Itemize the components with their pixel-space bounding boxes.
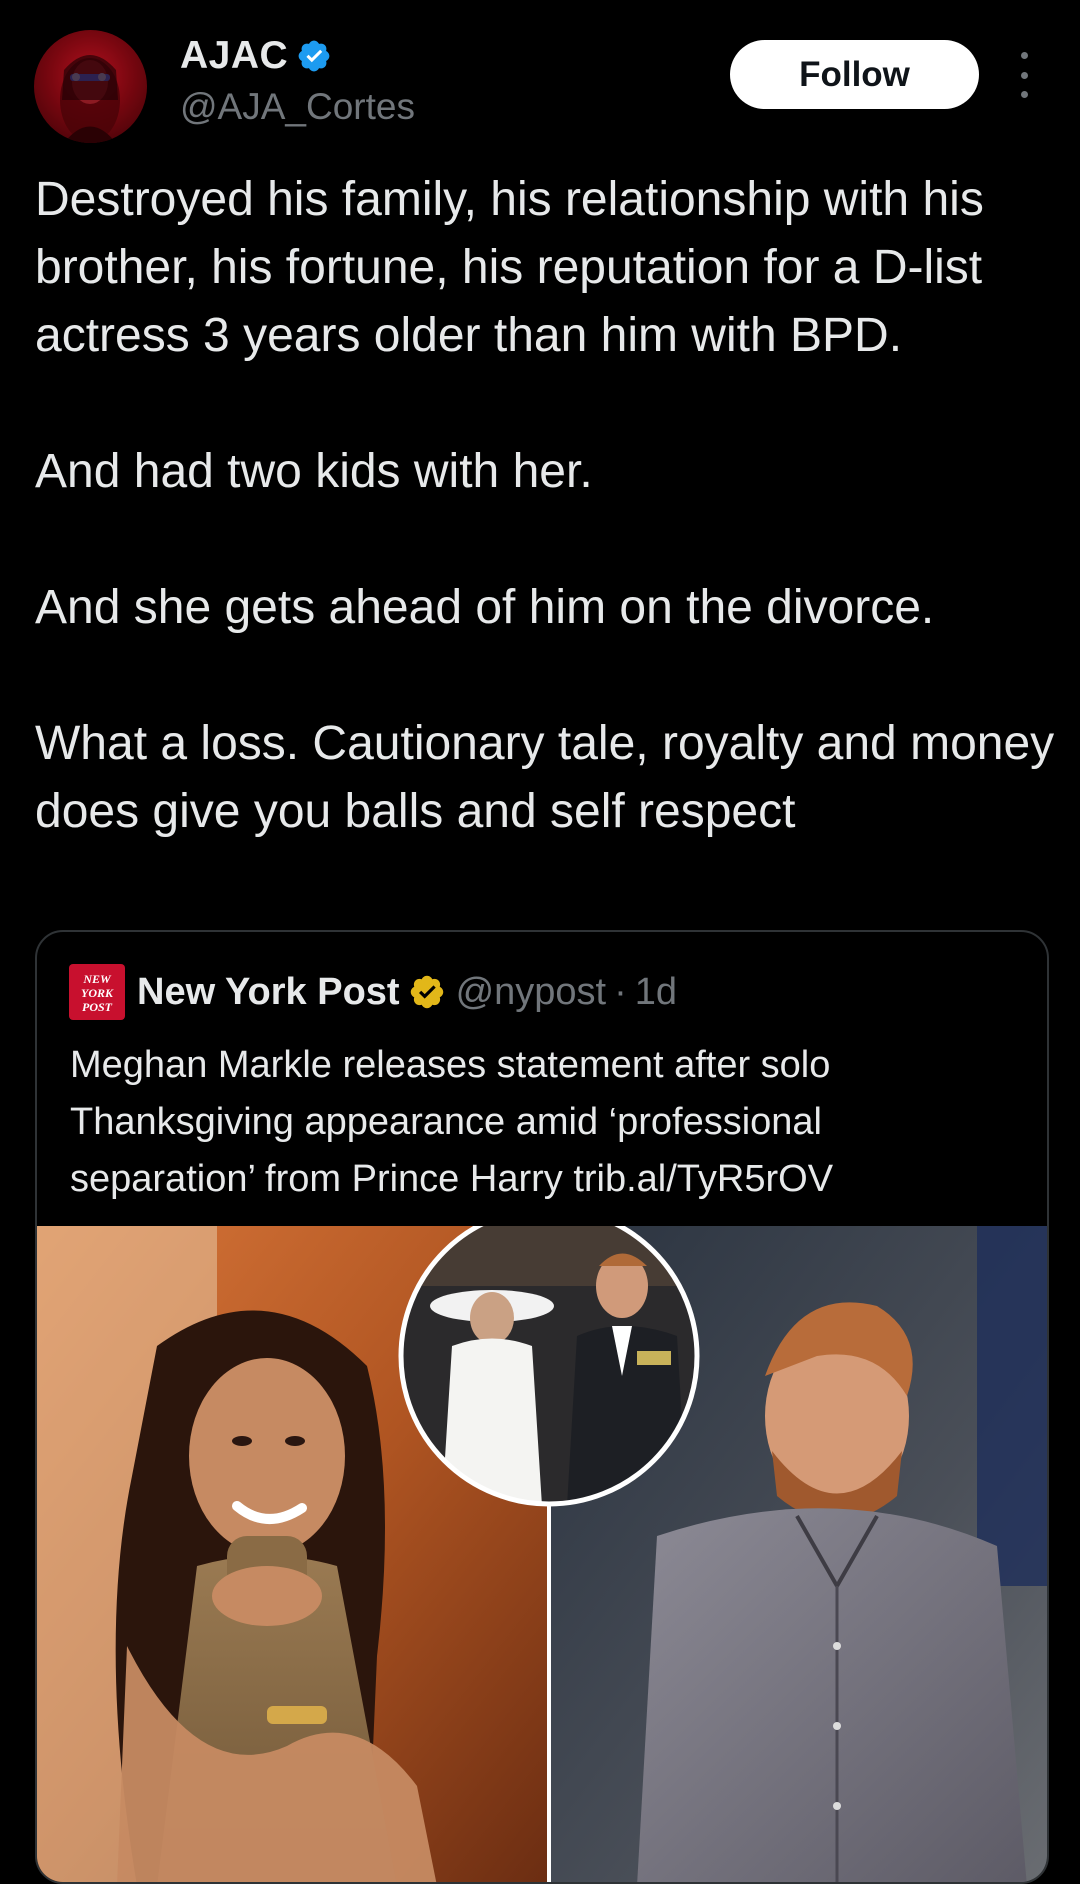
dot [1020, 52, 1028, 59]
nypost-logo-mark: NEW YORK POST [81, 972, 114, 1014]
tweet-paragraph: And had two kids with her. [35, 445, 593, 498]
tweet-paragraph: What a loss. Cautionary tale, royalty an… [35, 717, 1055, 838]
author-handle[interactable]: @AJA_Cortes [180, 86, 415, 128]
quoted-author-handle[interactable]: @nypost [456, 971, 607, 1014]
quoted-line: Meghan Markle releases statement after s… [70, 1044, 831, 1086]
quoted-tweet-text: Meghan Markle releases statement after s… [70, 1037, 1010, 1208]
quoted-tweet-header: NEW YORK POST New York Post @nypost · 1d [69, 962, 677, 1022]
svg-text:POST: POST [82, 1000, 113, 1014]
author-display-name[interactable]: AJAC [180, 34, 288, 78]
quoted-tweet-media[interactable] [37, 1226, 1047, 1882]
svg-text:YORK: YORK [81, 986, 114, 1000]
quoted-line: separation’ from Prince Harry trib.al/Ty… [70, 1158, 834, 1200]
dot [1020, 91, 1028, 98]
tweet-paragraph: Destroyed his family, his relationship w… [35, 173, 984, 362]
meta-separator: · [614, 970, 627, 1013]
quoted-line: Thanksgiving appearance amid ‘profession… [70, 1101, 823, 1143]
quoted-author-name[interactable]: New York Post [137, 971, 400, 1014]
tweet-text: Destroyed his family, his relationship w… [35, 166, 1055, 846]
tweet-paragraph: And she gets ahead of him on the divorce… [35, 581, 935, 634]
quoted-tweet-card[interactable]: NEW YORK POST New York Post @nypost · 1d… [35, 930, 1049, 1884]
more-vertical-icon[interactable] [1012, 52, 1036, 98]
news-photo-collage [37, 1226, 1047, 1882]
follow-button[interactable]: Follow [730, 40, 979, 109]
nypost-logo[interactable]: NEW YORK POST [69, 964, 125, 1020]
author-name-row: AJAC [180, 34, 332, 78]
avatar-image [60, 55, 120, 143]
dot [1020, 71, 1028, 79]
gold-verified-badge-icon [410, 975, 443, 1009]
avatar[interactable] [34, 30, 147, 143]
quoted-tweet-age: 1d [634, 970, 678, 1013]
verified-badge-icon [298, 40, 330, 72]
tweet-header: AJAC @AJA_Cortes Follow [0, 0, 1080, 150]
svg-text:NEW: NEW [82, 972, 112, 986]
